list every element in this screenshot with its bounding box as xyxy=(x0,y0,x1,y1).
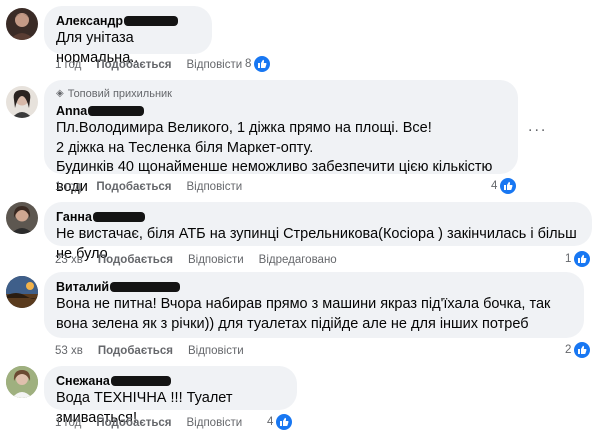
comment-actions: 1 год Подобається Відповісти xyxy=(55,58,257,72)
comment-actions: 1 год Подобається Відповісти xyxy=(55,180,257,194)
comment-author[interactable]: Виталий xyxy=(56,279,109,295)
like-button[interactable]: Подобається xyxy=(98,344,173,358)
comment-bubble: Александр Для унітаза нормальна.. xyxy=(44,6,212,66)
top-fan-badge: ◈ Топовий прихильник xyxy=(56,87,506,101)
redacted-surname xyxy=(110,282,181,292)
thumbs-up-icon xyxy=(574,342,591,358)
comment-bubble: Снежана Вода ТЕХНІЧНА !!! Туалет змиваєт… xyxy=(44,366,297,426)
like-button[interactable]: Подобається xyxy=(96,180,171,194)
comment-bubble: ◈ Топовий прихильник Anna Пл.Володимира … xyxy=(44,80,518,195)
avatar[interactable] xyxy=(6,366,38,398)
like-count: 4 xyxy=(267,416,274,428)
redacted-surname xyxy=(124,16,179,26)
comment-time[interactable]: 1 год xyxy=(55,416,81,430)
reaction-count[interactable]: 4 xyxy=(267,414,293,430)
reaction-count[interactable]: 2 xyxy=(565,342,591,358)
comment-author[interactable]: Александр xyxy=(56,13,123,29)
thumbs-up-icon xyxy=(254,56,271,72)
comment-time[interactable]: 53 хв xyxy=(55,344,83,358)
like-count: 2 xyxy=(565,344,572,356)
like-count: 8 xyxy=(245,58,252,70)
reply-button[interactable]: Відповісти xyxy=(188,344,244,358)
badge-label: Топовий прихильник xyxy=(67,88,172,100)
comment-time[interactable]: 23 хв xyxy=(55,253,83,267)
avatar[interactable] xyxy=(6,8,38,40)
comment-bubble: Виталий Вона не питна! Вчора набирав пря… xyxy=(44,272,584,338)
thumbs-up-icon xyxy=(276,414,293,430)
reply-button[interactable]: Відповісти xyxy=(188,253,244,267)
like-count: 1 xyxy=(565,253,572,265)
comment-author[interactable]: Снежана xyxy=(56,373,110,389)
comment-actions: 1 год Подобається Відповісти xyxy=(55,416,257,430)
reaction-count[interactable]: 8 xyxy=(245,56,271,72)
comment-bubble: Ганна Не вистачає, біля АТБ на зупинці С… xyxy=(44,202,592,262)
avatar[interactable] xyxy=(6,86,38,118)
like-button[interactable]: Подобається xyxy=(96,416,171,430)
reply-button[interactable]: Відповісти xyxy=(187,416,243,430)
thumbs-up-icon xyxy=(574,251,591,267)
like-button[interactable]: Подобається xyxy=(96,58,171,72)
reply-button[interactable]: Відповісти xyxy=(187,180,243,194)
comment-text: Вона не питна! Вчора набирав прямо з маш… xyxy=(56,296,551,332)
edited-label: Відредаговано xyxy=(258,254,337,266)
redacted-surname xyxy=(110,376,171,386)
comment-author[interactable]: Ганна xyxy=(56,209,92,225)
more-options-icon[interactable]: ... xyxy=(528,118,547,136)
like-count: 4 xyxy=(491,180,498,192)
comment-time[interactable]: 1 год xyxy=(55,180,81,194)
reaction-count[interactable]: 4 xyxy=(491,178,517,194)
comment-time[interactable]: 1 год xyxy=(55,58,81,72)
reply-button[interactable]: Відповісти xyxy=(187,58,243,72)
comment-author[interactable]: Anna xyxy=(56,103,87,119)
diamond-badge-icon: ◈ xyxy=(56,88,64,99)
avatar[interactable] xyxy=(6,202,38,234)
like-button[interactable]: Подобається xyxy=(98,253,173,267)
avatar[interactable] xyxy=(6,276,38,308)
redacted-surname xyxy=(92,212,145,222)
redacted-surname xyxy=(88,106,145,116)
thumbs-up-icon xyxy=(500,178,517,194)
comment-actions: 53 хв Подобається Відповісти xyxy=(55,344,259,358)
reaction-count[interactable]: 1 xyxy=(565,251,591,267)
comment-actions: 23 хв Подобається Відповісти Відредагова… xyxy=(55,253,352,267)
